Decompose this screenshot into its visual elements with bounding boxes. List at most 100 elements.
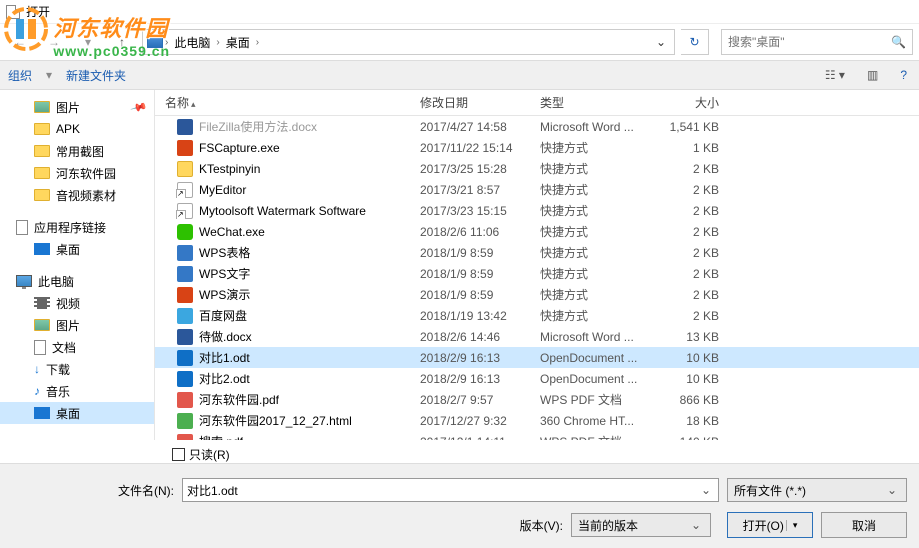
file-row[interactable]: 待做.docx2018/2/6 14:46Microsoft Word ...1… [155, 326, 919, 347]
file-size: 2 KB [653, 246, 723, 260]
file-size: 10 KB [653, 372, 723, 386]
file-list: FileZilla使用方法.docx2017/4/27 14:58Microso… [155, 116, 919, 440]
view-options-button[interactable]: ☷ ▾ [821, 68, 849, 82]
column-headers[interactable]: 名称▴ 修改日期 类型 大小 [155, 90, 919, 116]
folder-icon [34, 189, 50, 201]
breadcrumb[interactable]: › 此电脑 › 桌面 › ⌄ [142, 29, 675, 55]
chevron-down-icon[interactable]: ▾ [786, 520, 798, 531]
file-row[interactable]: 河东软件园2017_12_27.html2017/12/27 9:32360 C… [155, 410, 919, 431]
sidebar-item-music[interactable]: ♪音乐 [0, 380, 154, 402]
link-icon [16, 220, 28, 235]
file-date: 2018/2/7 9:57 [420, 393, 540, 407]
col-name[interactable]: 名称▴ [155, 94, 420, 111]
file-row[interactable]: WPS文字2018/1/9 8:59快捷方式2 KB [155, 263, 919, 284]
filter-combo[interactable]: 所有文件 (*.*) ⌄ [727, 478, 907, 502]
filename-input[interactable] [187, 483, 698, 497]
sidebar-item-desktop[interactable]: 桌面 [0, 238, 154, 260]
file-date: 2017/3/21 8:57 [420, 183, 540, 197]
sidebar-item-hedong[interactable]: 河东软件园 [0, 162, 154, 184]
file-size: 13 KB [653, 330, 723, 344]
file-name: 百度网盘 [199, 307, 247, 324]
sidebar-item-apk[interactable]: APK [0, 118, 154, 140]
file-row[interactable]: FileZilla使用方法.docx2017/4/27 14:58Microso… [155, 116, 919, 137]
sidebar-item-applinks[interactable]: 应用程序链接 [0, 216, 154, 238]
file-name: FSCapture.exe [199, 141, 280, 155]
col-date[interactable]: 修改日期 [420, 94, 540, 111]
file-icon [177, 308, 193, 324]
file-icon [177, 287, 193, 303]
file-row[interactable]: FSCapture.exe2017/11/22 15:14快捷方式1 KB [155, 137, 919, 158]
file-icon [177, 161, 193, 177]
file-name: 河东软件园.pdf [199, 391, 279, 408]
file-row[interactable]: WeChat.exe2018/2/6 11:06快捷方式2 KB [155, 221, 919, 242]
sidebar-item-docs[interactable]: 文档 [0, 336, 154, 358]
desktop-icon [34, 407, 50, 419]
search-input[interactable]: 🔍 [721, 29, 913, 55]
file-row[interactable]: MyEditor2017/3/21 8:57快捷方式2 KB [155, 179, 919, 200]
sidebar-item-pictures[interactable]: 图片📌 [0, 96, 154, 118]
file-row[interactable]: WPS演示2018/1/9 8:59快捷方式2 KB [155, 284, 919, 305]
recent-button[interactable]: ▾ [74, 30, 102, 54]
back-button[interactable]: ← [6, 30, 34, 54]
sidebar-item-video[interactable]: 视频 [0, 292, 154, 314]
monitor-icon [16, 275, 32, 287]
chevron-down-icon: ⌄ [688, 518, 704, 532]
up-button[interactable]: ↑ [108, 30, 136, 54]
forward-button[interactable]: → [40, 30, 68, 54]
file-row[interactable]: 百度网盘2018/1/19 13:42快捷方式2 KB [155, 305, 919, 326]
file-name: 对比2.odt [199, 370, 250, 387]
readonly-checkbox[interactable] [172, 448, 185, 461]
file-row[interactable]: 搜索.pdf2017/12/1 14:11WPS PDF 文档140 KB [155, 431, 919, 440]
pictures-icon [34, 101, 50, 113]
col-size[interactable]: 大小 [653, 94, 723, 111]
help-button[interactable]: ? [896, 68, 911, 82]
sidebar-item-av[interactable]: 音视频素材 [0, 184, 154, 206]
file-name: 待做.docx [199, 328, 252, 345]
file-date: 2017/3/23 15:15 [420, 204, 540, 218]
file-icon [177, 203, 193, 219]
cancel-button[interactable]: 取消 [821, 512, 907, 538]
col-type[interactable]: 类型 [540, 94, 653, 111]
search-icon[interactable]: 🔍 [891, 35, 906, 49]
chevron-down-icon[interactable]: ⌄ [698, 483, 714, 497]
search-field[interactable] [728, 35, 891, 49]
file-icon [177, 371, 193, 387]
file-type: 快捷方式 [540, 244, 653, 261]
open-button[interactable]: 打开(O)▾ [727, 512, 813, 538]
file-row[interactable]: Mytoolsoft Watermark Software 2017/3/23 1… [155, 200, 919, 221]
preview-pane-button[interactable]: ▥ [863, 68, 882, 82]
file-name: WPS表格 [199, 244, 250, 261]
file-type: 快捷方式 [540, 139, 653, 156]
file-name: Mytoolsoft Watermark Software [199, 204, 366, 218]
version-combo[interactable]: 当前的版本 ⌄ [571, 513, 711, 537]
file-row[interactable]: 对比1.odt2018/2/9 16:13OpenDocument ...10 … [155, 347, 919, 368]
sidebar-item-pictures2[interactable]: 图片 [0, 314, 154, 336]
organize-button[interactable]: 组织 [8, 67, 32, 84]
sidebar-item-screenshots[interactable]: 常用截图 [0, 140, 154, 162]
pin-icon: 📌 [130, 98, 148, 116]
file-name: KTestpinyin [199, 162, 260, 176]
file-row[interactable]: 河东软件园.pdf2018/2/7 9:57WPS PDF 文档866 KB [155, 389, 919, 410]
file-name: WeChat.exe [199, 225, 265, 239]
app-icon [6, 5, 20, 19]
newfolder-button[interactable]: 新建文件夹 [66, 67, 126, 84]
file-row[interactable]: WPS表格2018/1/9 8:59快捷方式2 KB [155, 242, 919, 263]
chevron-down-icon[interactable]: ⌄ [652, 35, 670, 49]
file-row[interactable]: KTestpinyin2017/3/25 15:28快捷方式2 KB [155, 158, 919, 179]
file-size: 18 KB [653, 414, 723, 428]
chevron-right-icon: › [256, 37, 259, 48]
folder-icon [34, 123, 50, 135]
sidebar: 图片📌 APK 常用截图 河东软件园 音视频素材 应用程序链接 桌面 此电脑 视… [0, 90, 155, 440]
crumb-desktop[interactable]: 桌面 [222, 34, 254, 51]
sidebar-item-desktop2[interactable]: 桌面 [0, 402, 154, 424]
file-date: 2018/2/6 14:46 [420, 330, 540, 344]
filename-combo[interactable]: ⌄ [182, 478, 719, 502]
version-label: 版本(V): [520, 517, 563, 534]
refresh-button[interactable]: ↻ [681, 29, 709, 55]
sidebar-item-downloads[interactable]: ↓下载 [0, 358, 154, 380]
file-size: 2 KB [653, 309, 723, 323]
file-row[interactable]: 对比2.odt2018/2/9 16:13OpenDocument ...10 … [155, 368, 919, 389]
sidebar-item-thispc[interactable]: 此电脑 [0, 270, 154, 292]
crumb-pc[interactable]: 此电脑 [170, 34, 214, 51]
file-size: 2 KB [653, 162, 723, 176]
